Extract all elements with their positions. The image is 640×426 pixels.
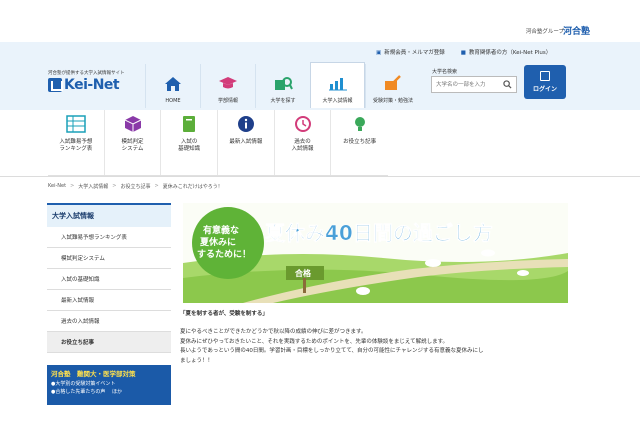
banner-line-2: ●合格した先輩たちの声 ほか (51, 389, 122, 395)
subnav-mock-judge[interactable]: 模試判定 システム (105, 110, 162, 175)
sidebar-item-basics[interactable]: 入試の基礎知識 (47, 269, 171, 290)
cube-icon (122, 114, 144, 134)
table-icon (65, 114, 87, 134)
sidebar-banner[interactable]: 河合塾 難関大・医学部対策 ●大学別の受験対策イベント ●合格した先輩たちの声 … (47, 365, 171, 405)
nav-faculty[interactable]: 学部情報 (200, 64, 255, 108)
sidebar-item-mock-judge[interactable]: 模試判定システム (47, 248, 171, 269)
hero-title: 夏休み40日間の過ごし方 (265, 221, 493, 245)
lightbulb-icon (349, 114, 371, 134)
login-label: ログイン (532, 86, 557, 93)
brand[interactable]: 河合塾が提供する大学入試情報サイト Kei-Net (48, 70, 125, 93)
educator-link[interactable]: ■ 教育関係者の方（Kei-Net Plus） (461, 48, 552, 56)
breadcrumb: Kei-Net > 大学入試情報 > お役立ち記事 > 夏休みこれだけはやろう！ (48, 183, 223, 190)
hero-badge-line2: 夏休みに (199, 236, 236, 248)
article-line: ましょう！！ (180, 357, 214, 364)
article-lead: 「夏を制する者が、受験を制する」 (180, 311, 268, 317)
article-body: 夏にやるべきことができたかどうかで秋以降の成績の伸びに差がつきます。 夏休みにぜ… (180, 328, 570, 367)
subnav-latest-label: 最新入試情報 (229, 139, 263, 145)
educator-link-label: 教育関係者の方（Kei-Net Plus） (468, 50, 552, 56)
lock-icon: ■ (460, 50, 466, 56)
nav-search-university-label: 大学を探す (270, 98, 296, 104)
breadcrumb-home[interactable]: Kei-Net (48, 183, 66, 190)
breadcrumb-articles[interactable]: お役立ち記事 (121, 183, 151, 190)
login-button[interactable]: ログイン (524, 65, 566, 99)
breadcrumb-admission[interactable]: 大学入試情報 (78, 183, 108, 190)
subnav-divider (0, 176, 640, 177)
group-label: 河合塾グループ (525, 29, 564, 35)
article-line: 夏休みにぜひやっておきたいこと、それを実践するためのポイントを、先輩の体験談をま… (180, 338, 449, 345)
subnav-mock-judge-label: 模試判定 システム (121, 139, 144, 153)
banner-title: 河合塾 難関大・医学部対策 (51, 370, 136, 378)
sub-nav: 入試難易予想 ランキング表 模試判定 システム 入試の 基礎知識 最新入試情報 … (48, 110, 388, 176)
hero-badge-line3: するために！ (197, 249, 251, 260)
hero-badge-line1: 有意義な (203, 224, 239, 236)
nav-search-university[interactable]: 大学を探す (255, 64, 310, 108)
register-link-label: 新規会員・メルマガ登録 (384, 50, 445, 56)
home-icon (163, 75, 183, 93)
info-icon (235, 114, 257, 134)
subnav-articles-label: お役立ち記事 (343, 139, 377, 145)
subnav-basics[interactable]: 入試の 基礎知識 (161, 110, 219, 175)
login-icon (540, 71, 550, 81)
subnav-past[interactable]: 過去の 入試情報 (275, 110, 332, 175)
logo-word: Kei-Net (64, 77, 120, 93)
search-label: 大学名検索 (432, 69, 458, 75)
hero-illustration: 有意義な 夏休みに するために！ 夏休み40日間の過ごし方 合格 (183, 203, 568, 303)
breadcrumb-separator: > (154, 183, 159, 189)
article-line: 長いようであっという間の40日間。学習計画・目標をしっかり立てて、自分の可能性に… (180, 348, 484, 355)
history-icon (292, 114, 314, 134)
hero-sign: 合格 (294, 268, 312, 278)
nav-admission-info-label: 大学入試情報 (322, 98, 353, 104)
nav-faculty-label: 学部情報 (217, 98, 238, 104)
subnav-basics-label: 入試の 基礎知識 (178, 139, 201, 153)
nav-home[interactable]: HOME (145, 64, 200, 108)
nav-admission-info[interactable]: 大学入試情報 (310, 62, 365, 108)
register-link[interactable]: ▣ 新規会員・メルマガ登録 (376, 48, 445, 56)
nav-exam-prep[interactable]: 受験対策・勉強法 (365, 64, 420, 108)
utility-links: ▣ 新規会員・メルマガ登録 ■ 教育関係者の方（Kei-Net Plus） (376, 48, 551, 56)
nav-home-label: HOME (165, 98, 181, 104)
article-line: 夏にやるべきことができたかどうかで秋以降の成績の伸びに差がつきます。 (180, 329, 367, 335)
bar-chart-icon (328, 74, 348, 92)
subnav-ranking-label: 入試難易予想 ランキング表 (59, 139, 93, 153)
search-icon (503, 80, 512, 89)
subnav-articles[interactable]: お役立ち記事 (331, 110, 388, 175)
brand-tagline: 河合塾が提供する大学入試情報サイト (48, 71, 125, 76)
pencil-book-icon (383, 74, 403, 92)
kei-net-mark-icon (48, 78, 63, 92)
sidebar-item-ranking[interactable]: 入試難易予想ランキング表 (47, 227, 171, 248)
sidebar-item-past[interactable]: 過去の入試情報 (47, 311, 171, 332)
breadcrumb-current: 夏休みこれだけはやろう！ (162, 184, 223, 190)
sidebar-title: 大学入試情報 (47, 203, 171, 227)
nav-exam-prep-label: 受験対策・勉強法 (372, 98, 413, 104)
subnav-ranking[interactable]: 入試難易予想 ランキング表 (48, 110, 105, 175)
mortarboard-icon (218, 74, 238, 92)
sidebar-item-latest[interactable]: 最新入試情報 (47, 290, 171, 311)
banner-line-1: ●大学別の受験対策イベント (51, 381, 116, 387)
breadcrumb-separator: > (70, 183, 75, 189)
kawaijuku-logo[interactable]: 河合塾 (563, 24, 590, 37)
subnav-latest[interactable]: 最新入試情報 (218, 110, 275, 175)
book-icon (178, 114, 200, 134)
hero-banner: 有意義な 夏休みに するために！ 夏休み40日間の過ごし方 合格 (183, 203, 568, 303)
search-button[interactable] (498, 76, 517, 93)
main-nav: HOME 学部情報 大学を探す 大学入試情報 受験対策・勉強法 (145, 62, 420, 108)
breadcrumb-separator: > (112, 183, 117, 189)
sidebar-item-articles[interactable]: お役立ち記事 (47, 332, 171, 353)
group-bar: 河合塾グループ 河合塾 (0, 0, 640, 42)
person-plus-icon: ▣ (376, 50, 382, 56)
building-search-icon (273, 74, 293, 92)
kei-net-logo[interactable]: Kei-Net (48, 77, 125, 93)
subnav-past-label: 過去の 入試情報 (291, 139, 314, 153)
sidebar: 大学入試情報 入試難易予想ランキング表 模試判定システム 入試の基礎知識 最新入… (47, 203, 171, 405)
